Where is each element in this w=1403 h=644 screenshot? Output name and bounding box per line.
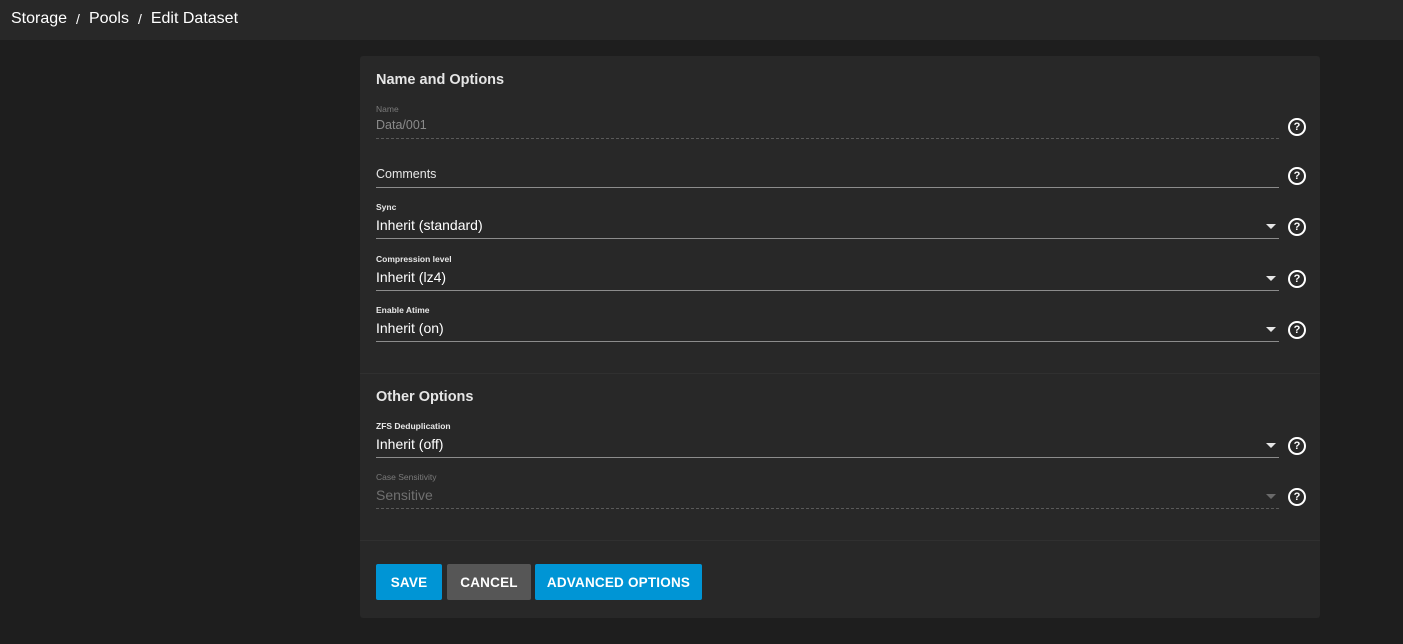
section-title-other-options: Other Options (376, 389, 474, 405)
caret-down-icon (1266, 443, 1276, 448)
atime-label: Enable Atime (376, 305, 430, 315)
advanced-options-button[interactable]: ADVANCED OPTIONS (535, 564, 702, 600)
top-bar: Storage / Pools / Edit Dataset (0, 0, 1403, 40)
case-sensitivity-underline (376, 508, 1279, 509)
save-button[interactable]: SAVE (376, 564, 442, 600)
compression-underline (376, 290, 1279, 291)
breadcrumb-edit-dataset: Edit Dataset (150, 10, 239, 27)
breadcrumb-separator: / (137, 11, 142, 27)
sync-underline (376, 238, 1279, 239)
dedup-select[interactable]: ZFS Deduplication Inherit (off) ? (376, 421, 1306, 461)
dedup-underline (376, 457, 1279, 458)
help-circle-icon[interactable]: ? (1288, 437, 1306, 455)
caret-down-icon (1266, 276, 1276, 281)
comments-input[interactable] (376, 167, 1256, 181)
sync-value: Inherit (standard) (376, 217, 483, 233)
sync-label: Sync (376, 202, 397, 212)
name-underline (376, 138, 1279, 139)
section-divider (360, 540, 1320, 541)
caret-down-icon (1266, 327, 1276, 332)
compression-value: Inherit (lz4) (376, 269, 447, 285)
name-value: Data/001 (376, 118, 427, 132)
help-circle-icon[interactable]: ? (1288, 167, 1306, 185)
atime-underline (376, 341, 1279, 342)
help-circle-icon[interactable]: ? (1288, 270, 1306, 288)
section-title-name-options: Name and Options (376, 72, 505, 88)
atime-value: Inherit (on) (376, 320, 444, 336)
caret-down-icon (1266, 224, 1276, 229)
dedup-value: Inherit (off) (376, 436, 444, 452)
help-circle-icon[interactable]: ? (1288, 118, 1306, 136)
caret-down-icon (1266, 494, 1276, 499)
name-label: Name (376, 104, 399, 114)
case-sensitivity-select: Case Sensitivity Sensitive ? (376, 472, 1306, 512)
breadcrumb-separator: / (76, 11, 80, 27)
breadcrumb-pools[interactable]: Pools (89, 10, 129, 28)
compression-label: Compression level (376, 254, 452, 264)
help-circle-icon[interactable]: ? (1288, 321, 1306, 339)
name-field: Name Data/001 ? (376, 104, 1306, 144)
sync-select[interactable]: Sync Inherit (standard) ? (376, 202, 1306, 242)
breadcrumb-storage[interactable]: Storage (11, 10, 67, 28)
breadcrumb: Storage / Pools / Edit Dataset (0, 0, 238, 39)
case-sensitivity-label: Case Sensitivity (376, 472, 437, 482)
comments-field: ? (376, 153, 1306, 193)
cancel-button[interactable]: CANCEL (447, 564, 531, 600)
help-circle-icon[interactable]: ? (1288, 218, 1306, 236)
section-divider (360, 373, 1320, 374)
compression-select[interactable]: Compression level Inherit (lz4) ? (376, 254, 1306, 294)
comments-underline (376, 187, 1279, 188)
help-circle-icon[interactable]: ? (1288, 488, 1306, 506)
atime-select[interactable]: Enable Atime Inherit (on) ? (376, 305, 1306, 345)
dedup-label: ZFS Deduplication (376, 421, 451, 431)
edit-dataset-card: Name and Options Name Data/001 ? ? Sync … (360, 56, 1320, 618)
case-sensitivity-value: Sensitive (376, 487, 433, 503)
